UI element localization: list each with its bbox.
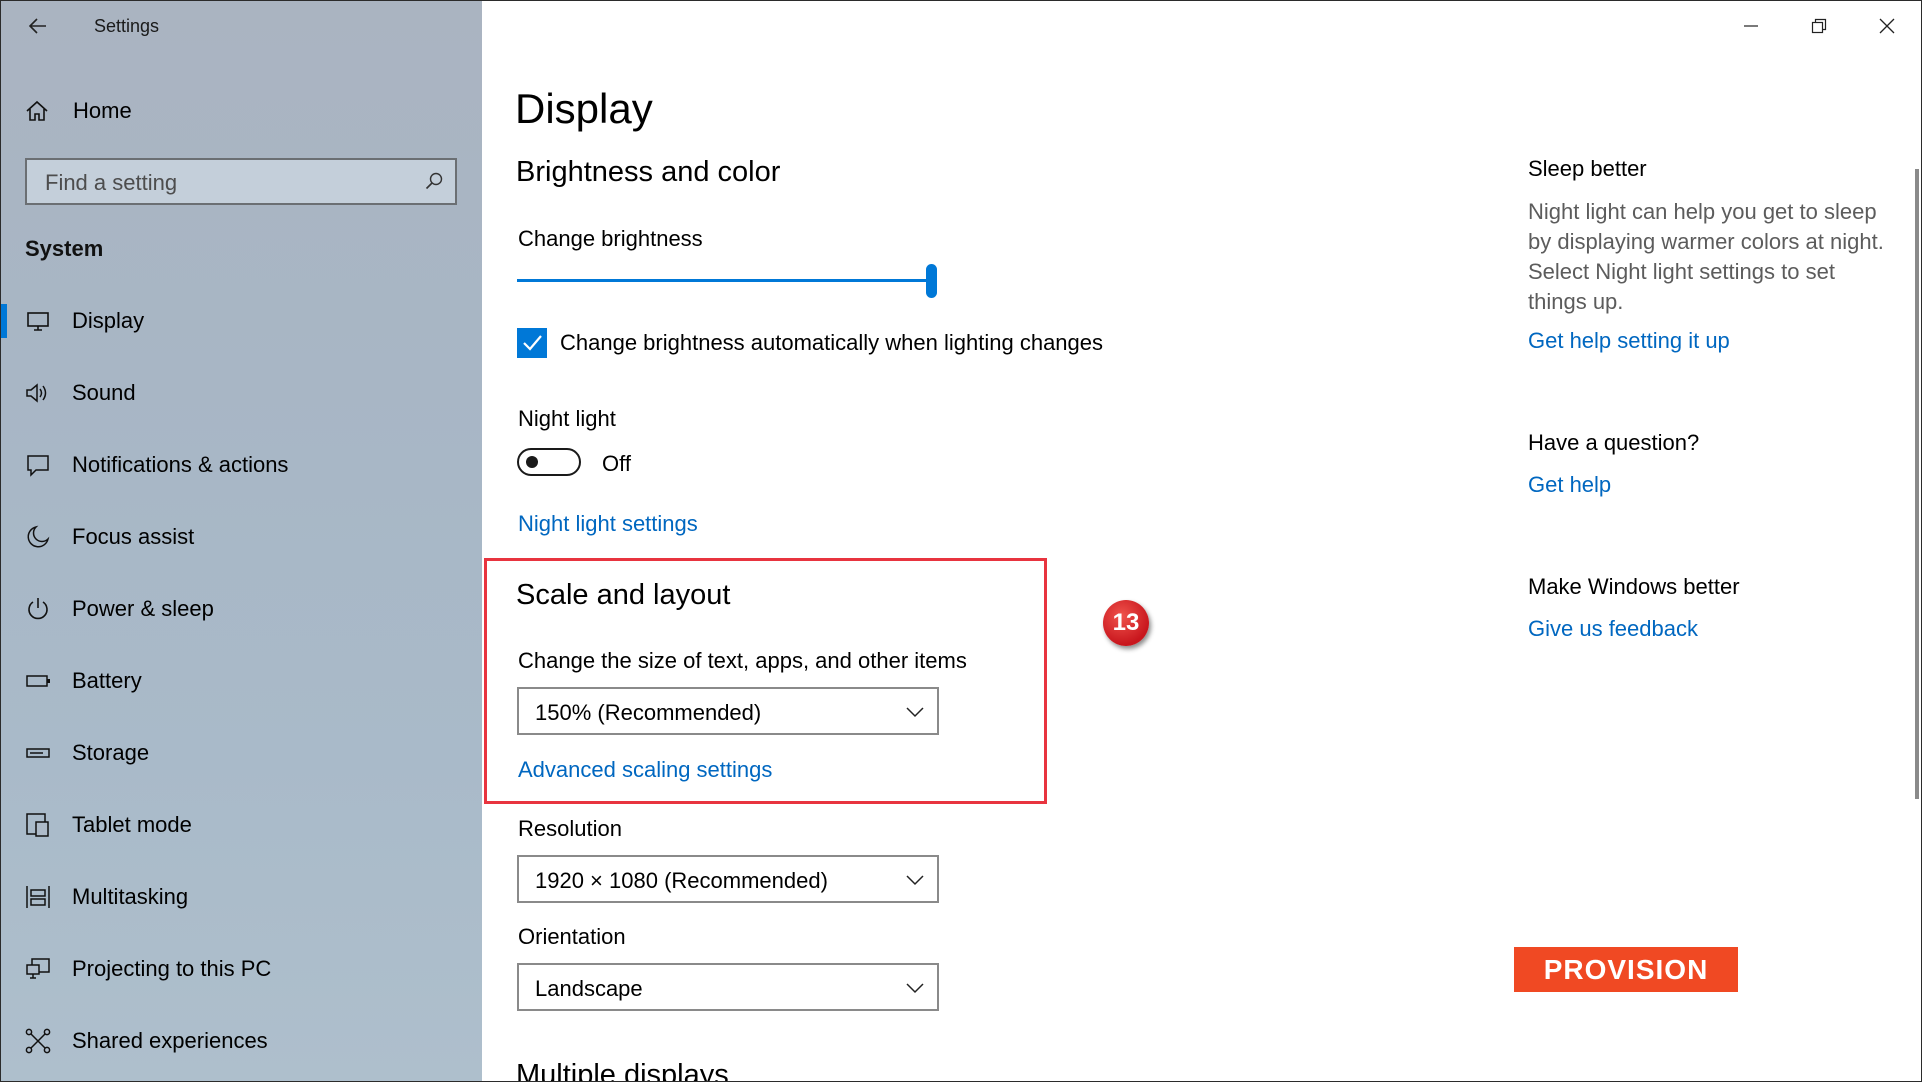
sidebar-item-label: Power & sleep [72,596,214,621]
minimize-icon [1744,25,1758,27]
shared-icon [25,1028,51,1054]
get-help-link[interactable]: Get help [1528,472,1611,498]
annotation-highlight-box [484,558,1047,804]
sidebar-item-multitasking[interactable]: Multitasking [1,867,482,927]
sidebar-item-notifications[interactable]: Notifications & actions [1,435,482,495]
sidebar-item-label: Notifications & actions [72,452,289,477]
night-light-state: Off [602,451,631,476]
storage-icon [25,740,51,766]
app-title: Settings [94,16,160,36]
sidebar-item-label: Shared experiences [72,1028,268,1053]
orientation-label: Orientation [518,924,626,949]
night-light-label: Night light [518,406,616,431]
scrollbar[interactable] [1915,169,1919,799]
sidebar-item-label: Multitasking [72,884,189,909]
sidebar-item-label: Tablet mode [72,812,192,837]
sidebar-item-sound[interactable]: Sound [1,363,482,423]
main-content: Display Brightness and color Change brig… [482,1,1921,1081]
sidebar-item-storage[interactable]: Storage [1,723,482,783]
settings-window: Settings Home System Display Sound Notif… [0,0,1922,1082]
night-light-toggle[interactable] [517,448,581,476]
tablet-mode-icon [25,812,51,838]
close-button[interactable] [1853,1,1921,51]
get-help-setting-link[interactable]: Get help setting it up [1528,328,1730,354]
multiple-displays-heading: Multiple displays [516,1059,729,1082]
brightness-slider-track[interactable] [517,279,937,282]
toggle-knob [526,456,538,468]
resolution-dropdown[interactable]: 1920 × 1080 (Recommended) [517,855,939,903]
restore-button[interactable] [1785,1,1853,51]
power-icon [25,596,51,622]
chevron-down-icon [905,978,925,1003]
nav-home[interactable]: Home [25,94,132,128]
sidebar-item-label: Focus assist [72,524,195,549]
resolution-label: Resolution [518,816,622,841]
restore-icon [1811,18,1827,34]
nav-home-label: Home [73,98,132,123]
sidebar-item-label: Storage [72,740,150,765]
auto-brightness-label: Change brightness automatically when lig… [560,330,1104,355]
step-number-badge: 13 [1103,600,1149,646]
title-bar: Settings [1,1,482,51]
sidebar-item-display[interactable]: Display [1,291,482,351]
projecting-icon [25,956,51,982]
brightness-slider-thumb[interactable] [926,264,937,298]
sidebar-item-shared-experiences[interactable]: Shared experiences [1,1011,482,1071]
checkmark-icon [523,335,542,351]
orientation-value: Landscape [535,976,643,1001]
orientation-dropdown[interactable]: Landscape [517,963,939,1011]
close-icon [1879,18,1895,34]
home-icon [26,100,48,121]
night-light-settings-link[interactable]: Night light settings [518,511,698,537]
sleep-better-heading: Sleep better [1528,156,1647,181]
sleep-better-text: Night light can help you get to sleep by… [1528,199,1884,314]
sidebar-item-focus-assist[interactable]: Focus assist [1,507,482,567]
sidebar-item-tablet-mode[interactable]: Tablet mode [1,795,482,855]
speaker-icon [25,380,51,406]
monitor-icon [25,308,51,334]
back-arrow-icon [28,18,46,34]
search-input[interactable] [43,160,417,205]
back-button[interactable] [23,11,53,41]
minimize-button[interactable] [1717,1,1785,51]
sidebar-item-label: Battery [72,668,142,693]
sidebar-item-power-sleep[interactable]: Power & sleep [1,579,482,639]
battery-icon [25,668,51,694]
sidebar-item-projecting[interactable]: Projecting to this PC [1,939,482,999]
moon-icon [25,524,51,550]
brightness-label: Change brightness [518,226,703,251]
search-icon[interactable] [425,172,443,195]
chevron-down-icon [905,870,925,895]
make-windows-better-heading: Make Windows better [1528,574,1740,599]
sidebar: Settings Home System Display Sound Notif… [1,1,482,1081]
sidebar-item-label: Sound [72,380,136,405]
window-controls [1717,1,1921,51]
page-title: Display [515,85,653,132]
resolution-value: 1920 × 1080 (Recommended) [535,868,828,893]
search-box[interactable] [25,158,457,205]
auto-brightness-checkbox[interactable] [517,328,547,358]
sidebar-item-label: Projecting to this PC [72,956,272,981]
multitasking-icon [25,884,51,910]
brightness-heading: Brightness and color [516,156,781,188]
give-feedback-link[interactable]: Give us feedback [1528,616,1698,642]
sidebar-item-label: Display [72,308,145,333]
question-heading: Have a question? [1528,430,1700,455]
sidebar-item-battery[interactable]: Battery [1,651,482,711]
section-heading-system: System [25,236,104,261]
message-icon [25,452,51,478]
provision-logo: PROVISION [1514,947,1738,992]
